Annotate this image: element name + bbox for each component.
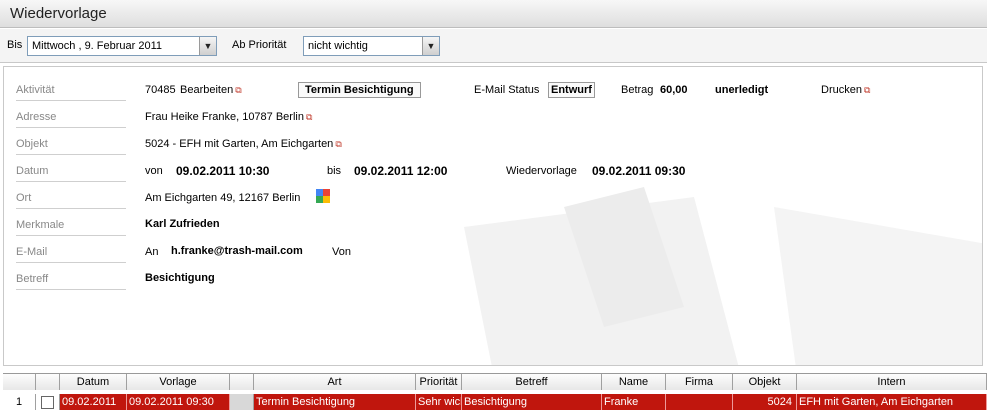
priority-label: Ab Priorität: [232, 39, 287, 51]
table-row[interactable]: 1 09.02.2011 09.02.2011 09:30 Termin Bes…: [3, 394, 987, 410]
merkmale-value: Karl Zufrieden: [145, 218, 220, 230]
chevron-down-icon[interactable]: ▼: [422, 37, 439, 55]
an-value: h.franke@trash-mail.com: [171, 245, 303, 257]
betreff-label: Betreff: [16, 273, 126, 290]
column-header-name[interactable]: Name: [602, 374, 666, 390]
email-status-value: Entwurf: [548, 82, 595, 98]
cell-intern: EFH mit Garten, Am Eichgarten: [797, 394, 987, 410]
column-header[interactable]: [230, 374, 254, 390]
email-label: E-Mail: [16, 246, 126, 263]
table-header: Datum Vorlage Art Priorität Betreff Name…: [3, 374, 987, 390]
column-header-intern[interactable]: Intern: [797, 374, 987, 390]
column-header-firma[interactable]: Firma: [666, 374, 733, 390]
wiedervorlage-value: 09.02.2011 09:30: [592, 164, 686, 178]
wiedervorlage-table: Datum Vorlage Art Priorität Betreff Name…: [3, 373, 987, 412]
address-value: Frau Heike Franke, 10787 Berlin: [145, 111, 304, 123]
title-bar: Wiedervorlage: [0, 0, 987, 28]
window-title: Wiedervorlage: [10, 5, 107, 22]
chevron-down-icon[interactable]: ▼: [199, 37, 216, 55]
activity-type-button[interactable]: Termin Besichtigung: [298, 82, 421, 98]
cell-firma: [666, 394, 733, 410]
external-link-icon: ⧉: [335, 139, 342, 149]
print-link[interactable]: Drucken ⧉: [821, 84, 870, 96]
column-header-art[interactable]: Art: [254, 374, 416, 390]
cell-betreff: Besichtigung: [462, 394, 602, 410]
address-link[interactable]: Frau Heike Franke, 10787 Berlin ⧉: [145, 111, 312, 123]
cell-prioritaet: Sehr wichtig: [416, 394, 462, 410]
von-email-label: Von: [332, 246, 351, 258]
detail-panel: Aktivität 70485 Bearbeiten ⧉ Termin Besic…: [3, 66, 983, 366]
bis-label: Bis: [7, 39, 23, 51]
row-number: 1: [3, 394, 36, 410]
aktivitaet-label: Aktivität: [16, 84, 126, 101]
cell-vorlage: 09.02.2011 09:30: [127, 394, 230, 410]
column-header[interactable]: [36, 374, 60, 390]
object-link[interactable]: 5024 - EFH mit Garten, Am Eichgarten ⧉: [145, 138, 342, 150]
cell-name: Franke: [602, 394, 666, 410]
external-link-icon: ⧉: [305, 112, 313, 122]
ort-label: Ort: [16, 192, 126, 209]
column-header[interactable]: [3, 374, 36, 390]
wiedervorlage-label: Wiedervorlage: [506, 165, 577, 177]
cell-datum: 09.02.2011: [60, 394, 127, 410]
column-header-objekt[interactable]: Objekt: [733, 374, 797, 390]
print-link-label: Drucken: [821, 84, 862, 96]
external-link-icon: ⧉: [863, 85, 871, 95]
adresse-label: Adresse: [16, 111, 126, 128]
merkmale-label: Merkmale: [16, 219, 126, 236]
column-header-vorlage[interactable]: Vorlage: [127, 374, 230, 390]
object-value: 5024 - EFH mit Garten, Am Eichgarten: [145, 138, 334, 150]
edit-link[interactable]: Bearbeiten ⧉: [180, 84, 242, 96]
checkbox-icon[interactable]: [41, 395, 54, 409]
column-header-datum[interactable]: Datum: [60, 374, 127, 390]
status-value: unerledigt: [715, 84, 769, 96]
cell-objekt: 5024: [733, 394, 797, 410]
edit-link-label: Bearbeiten: [180, 84, 234, 96]
date-picker[interactable]: Mittwoch , 9. Februar 2011 ▼: [27, 36, 217, 56]
von-label: von: [145, 165, 163, 177]
objekt-label: Objekt: [16, 138, 126, 155]
von-value: 09.02.2011 10:30: [176, 164, 270, 178]
bis-value: 09.02.2011 12:00: [354, 164, 448, 178]
map-icon[interactable]: [315, 188, 331, 204]
priority-value: nicht wichtig: [308, 40, 368, 52]
activity-number: 70485: [145, 84, 176, 96]
row-checkbox[interactable]: [36, 394, 60, 410]
column-header-prioritaet[interactable]: Priorität: [416, 374, 462, 390]
betreff-value: Besichtigung: [145, 272, 215, 284]
betrag-label: Betrag: [621, 84, 654, 96]
filter-bar: Bis Mittwoch , 9. Februar 2011 ▼ Ab Prio…: [0, 29, 987, 63]
cell-art: Termin Besichtigung: [254, 394, 416, 410]
date-value: Mittwoch , 9. Februar 2011: [32, 40, 163, 52]
column-header-betreff[interactable]: Betreff: [462, 374, 602, 390]
betrag-value: 60,00: [660, 84, 688, 96]
watermark-icon: [464, 187, 982, 365]
datum-label: Datum: [16, 165, 126, 182]
priority-select[interactable]: nicht wichtig ▼: [303, 36, 440, 56]
email-status-label: E-Mail Status: [474, 84, 540, 96]
cell-icon: [230, 394, 254, 410]
an-label: An: [145, 246, 159, 258]
ort-value: Am Eichgarten 49, 12167 Berlin: [145, 192, 301, 204]
external-link-icon: ⧉: [235, 85, 242, 95]
bis-datum-label: bis: [327, 165, 342, 177]
